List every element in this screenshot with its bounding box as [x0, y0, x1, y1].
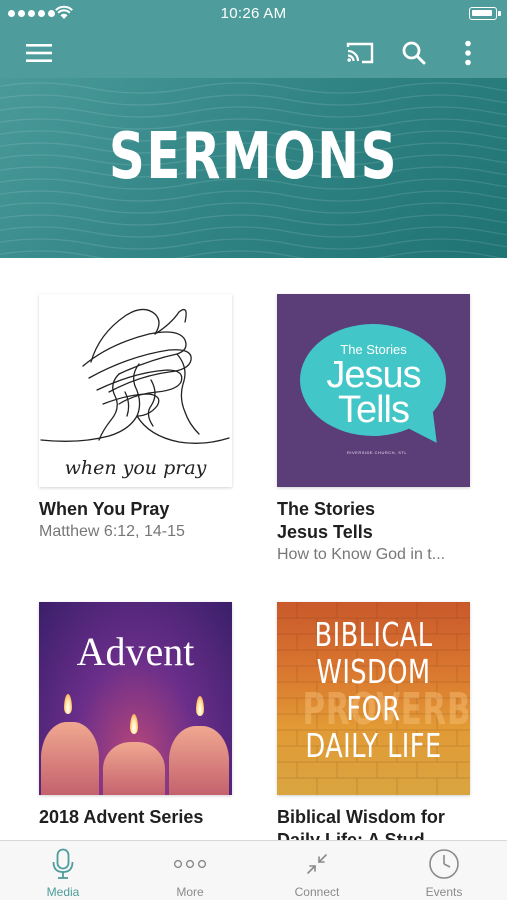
compress-arrows-icon — [254, 847, 380, 881]
candle-flame — [196, 696, 204, 716]
hero-banner: SERMONS — [0, 78, 507, 258]
candle — [169, 726, 229, 795]
artwork-title-line-2: Tells — [337, 389, 410, 431]
series-title: When You Pray — [39, 499, 170, 519]
series-title: The Stories Jesus Tells — [277, 499, 376, 542]
series-title: 2018 Advent Series — [39, 807, 204, 827]
microphone-icon — [0, 847, 126, 881]
clock-icon — [381, 847, 507, 881]
artwork-line: WISDOM — [316, 652, 431, 691]
series-subtitle: Matthew 6:12, 14-15 — [39, 523, 185, 540]
praying-hands-drawing — [40, 308, 230, 444]
series-card-advent[interactable]: Advent 2018 Advent Series — [39, 602, 239, 829]
candle-flame — [64, 694, 72, 714]
candle-flame — [130, 714, 138, 734]
tab-events[interactable]: Events — [381, 841, 507, 900]
series-subtitle: How to Know God in t... — [277, 546, 446, 563]
series-card-when-you-pray[interactable]: when you pray When You Pray Matthew 6:12… — [39, 294, 239, 543]
status-time: 10:26 AM — [220, 5, 287, 22]
tab-label: More — [176, 885, 204, 899]
battery-icon — [469, 7, 501, 20]
cast-icon[interactable] — [343, 36, 377, 70]
series-artwork: PROVERBS BIBLICAL WISDOM FOR DAILY LIFE — [277, 602, 470, 795]
bottom-tab-bar: Media More Connect Events — [0, 840, 507, 900]
tab-media[interactable]: Media — [0, 841, 126, 900]
tab-label: Events — [425, 885, 463, 899]
tab-more[interactable]: More — [127, 841, 253, 900]
tab-label: Connect — [294, 885, 340, 899]
series-card-biblical-wisdom[interactable]: PROVERBS BIBLICAL WISDOM FOR DAILY LIFE … — [277, 602, 477, 840]
tab-label: Media — [46, 885, 80, 899]
candle — [103, 742, 165, 795]
artwork-line: DAILY LIFE — [305, 726, 442, 765]
app-bar — [0, 28, 507, 78]
series-card-stories-jesus-tells[interactable]: The Stories Jesus Tells RIVERSIDE CHURCH… — [277, 294, 477, 566]
status-bar: 10:26 AM — [0, 0, 507, 28]
series-title: Biblical Wisdom for Daily Life: A Stud — [277, 807, 445, 840]
series-grid: when you pray When You Pray Matthew 6:12… — [0, 258, 507, 840]
search-icon[interactable] — [397, 36, 431, 70]
series-artwork: when you pray — [39, 294, 232, 487]
menu-icon[interactable] — [22, 36, 56, 70]
series-artwork: The Stories Jesus Tells RIVERSIDE CHURCH… — [277, 294, 470, 487]
more-vert-icon[interactable] — [451, 36, 485, 70]
candle — [41, 722, 99, 795]
tab-connect[interactable]: Connect — [254, 841, 380, 900]
artwork-line: BIBLICAL — [314, 615, 433, 654]
artwork-footer: RIVERSIDE CHURCH, STL — [347, 450, 408, 455]
series-artwork: Advent — [39, 602, 232, 795]
artwork-title: Advent — [76, 629, 195, 674]
artwork-title: when you pray — [64, 457, 207, 479]
dots-icon — [127, 847, 253, 881]
artwork-line: FOR — [346, 689, 401, 728]
page-title: SERMONS — [108, 120, 399, 194]
artwork-title: BIBLICAL WISDOM FOR DAILY LIFE — [277, 616, 470, 764]
